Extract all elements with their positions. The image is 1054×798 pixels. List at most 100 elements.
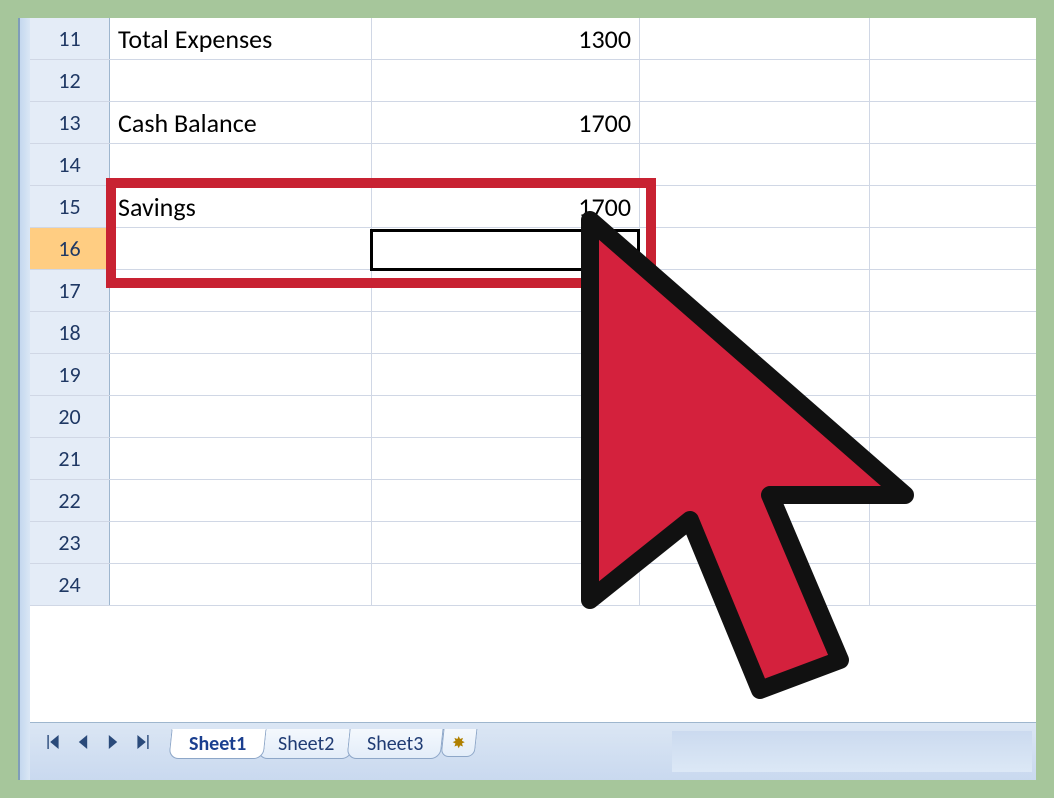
cell-C18[interactable] <box>640 312 870 353</box>
cell-D13[interactable] <box>870 102 1036 143</box>
row-header[interactable]: 19 <box>30 354 110 395</box>
row-18: 18 <box>30 312 1036 354</box>
cell-C11[interactable] <box>640 18 870 59</box>
grid-area[interactable]: 11 Total Expenses 1300 12 13 Cash Balanc… <box>30 18 1036 722</box>
cell-B21[interactable] <box>372 438 640 479</box>
cell-D12[interactable] <box>870 60 1036 101</box>
cell-D17[interactable] <box>870 270 1036 311</box>
cell-C12[interactable] <box>640 60 870 101</box>
row-19: 19 <box>30 354 1036 396</box>
sheet-tabs: Sheet1 Sheet2 Sheet3 ✸ <box>170 729 476 759</box>
cell-B17[interactable] <box>372 270 640 311</box>
cell-B13[interactable]: 1700 <box>372 102 640 143</box>
row-header-active[interactable]: 16 <box>30 228 110 269</box>
cell-A22[interactable] <box>110 480 372 521</box>
cell-B12[interactable] <box>372 60 640 101</box>
cell-C19[interactable] <box>640 354 870 395</box>
cell-D24[interactable] <box>870 564 1036 605</box>
cell-C15[interactable] <box>640 186 870 227</box>
row-11: 11 Total Expenses 1300 <box>30 18 1036 60</box>
new-sheet-button[interactable]: ✸ <box>440 729 477 757</box>
cell-D19[interactable] <box>870 354 1036 395</box>
cell-B24[interactable] <box>372 564 640 605</box>
row-16: 16 <box>30 228 1036 270</box>
cell-A18[interactable] <box>110 312 372 353</box>
row-12: 12 <box>30 60 1036 102</box>
cell-D14[interactable] <box>870 144 1036 185</box>
cell-D23[interactable] <box>870 522 1036 563</box>
cell-A13[interactable]: Cash Balance <box>110 102 372 143</box>
row-header[interactable]: 12 <box>30 60 110 101</box>
cell-B23[interactable] <box>372 522 640 563</box>
left-gutter <box>20 18 30 780</box>
row-20: 20 <box>30 396 1036 438</box>
cell-A19[interactable] <box>110 354 372 395</box>
sheet-tab-sheet3[interactable]: Sheet3 <box>346 729 443 759</box>
cell-A21[interactable] <box>110 438 372 479</box>
row-23: 23 <box>30 522 1036 564</box>
cell-B11[interactable]: 1300 <box>372 18 640 59</box>
row-header[interactable]: 23 <box>30 522 110 563</box>
row-header[interactable]: 22 <box>30 480 110 521</box>
cell-A20[interactable] <box>110 396 372 437</box>
cell-A12[interactable] <box>110 60 372 101</box>
cell-D15[interactable] <box>870 186 1036 227</box>
cell-A15[interactable]: Savings <box>110 186 372 227</box>
row-17: 17 <box>30 270 1036 312</box>
cell-C20[interactable] <box>640 396 870 437</box>
cell-B19[interactable] <box>372 354 640 395</box>
row-header[interactable]: 24 <box>30 564 110 605</box>
row-header[interactable]: 17 <box>30 270 110 311</box>
cell-A24[interactable] <box>110 564 372 605</box>
cell-A14[interactable] <box>110 144 372 185</box>
cell-C21[interactable] <box>640 438 870 479</box>
nav-first-icon[interactable] <box>38 729 68 755</box>
row-header[interactable]: 15 <box>30 186 110 227</box>
horizontal-scrollbar[interactable] <box>672 731 1032 772</box>
row-header[interactable]: 13 <box>30 102 110 143</box>
cell-C14[interactable] <box>640 144 870 185</box>
row-14: 14 <box>30 144 1036 186</box>
new-sheet-icon: ✸ <box>452 733 465 753</box>
cell-B20[interactable] <box>372 396 640 437</box>
row-header[interactable]: 21 <box>30 438 110 479</box>
row-header[interactable]: 18 <box>30 312 110 353</box>
nav-last-icon[interactable] <box>128 729 158 755</box>
cell-D21[interactable] <box>870 438 1036 479</box>
sheet-tab-sheet2[interactable]: Sheet2 <box>258 729 355 759</box>
row-header[interactable]: 11 <box>30 18 110 59</box>
cell-A11[interactable]: Total Expenses <box>110 18 372 59</box>
row-21: 21 <box>30 438 1036 480</box>
row-24: 24 <box>30 564 1036 606</box>
sheet-tab-bar: Sheet1 Sheet2 Sheet3 ✸ <box>30 722 1036 780</box>
spreadsheet-window: 11 Total Expenses 1300 12 13 Cash Balanc… <box>18 18 1036 780</box>
cell-C22[interactable] <box>640 480 870 521</box>
cell-C24[interactable] <box>640 564 870 605</box>
cell-A23[interactable] <box>110 522 372 563</box>
nav-next-icon[interactable] <box>98 729 128 755</box>
cell-B14[interactable] <box>372 144 640 185</box>
cell-D22[interactable] <box>870 480 1036 521</box>
cell-C16[interactable] <box>640 228 870 269</box>
row-22: 22 <box>30 480 1036 522</box>
row-13: 13 Cash Balance 1700 <box>30 102 1036 144</box>
cell-C17[interactable] <box>640 270 870 311</box>
cell-C23[interactable] <box>640 522 870 563</box>
cell-A17[interactable] <box>110 270 372 311</box>
cell-D18[interactable] <box>870 312 1036 353</box>
row-15: 15 Savings 1700 <box>30 186 1036 228</box>
row-header[interactable]: 20 <box>30 396 110 437</box>
cell-B16-active[interactable] <box>372 228 640 269</box>
cell-D11[interactable] <box>870 18 1036 59</box>
nav-prev-icon[interactable] <box>68 729 98 755</box>
row-header[interactable]: 14 <box>30 144 110 185</box>
sheet-tab-sheet1[interactable]: Sheet1 <box>168 729 266 759</box>
cell-B22[interactable] <box>372 480 640 521</box>
cell-C13[interactable] <box>640 102 870 143</box>
cell-B15[interactable]: 1700 <box>372 186 640 227</box>
cell-D16[interactable] <box>870 228 1036 269</box>
cell-B18[interactable] <box>372 312 640 353</box>
cell-D20[interactable] <box>870 396 1036 437</box>
cell-A16[interactable] <box>110 228 372 269</box>
sheet-nav-buttons <box>38 729 158 755</box>
